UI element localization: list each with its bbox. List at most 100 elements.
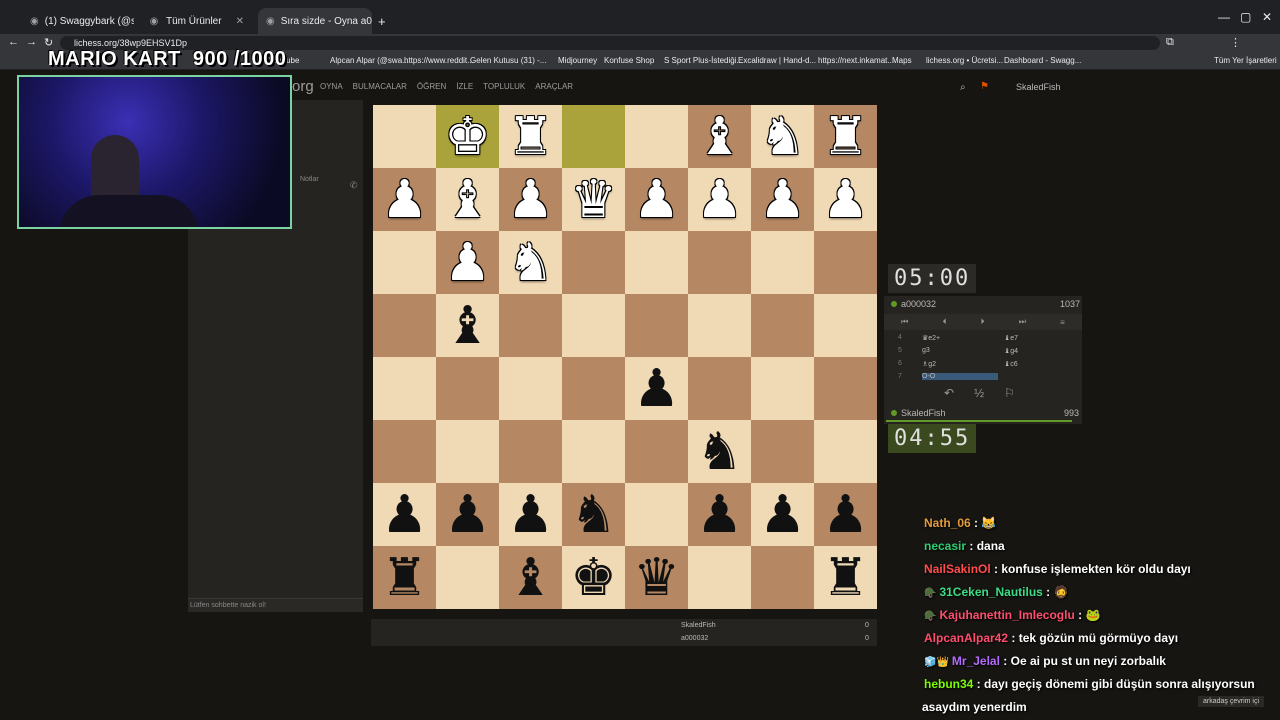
white-move[interactable]: g3 bbox=[922, 347, 930, 354]
black-pawn-piece[interactable]: ♟ bbox=[822, 489, 869, 541]
black-pawn-piece[interactable]: ♟ bbox=[507, 489, 554, 541]
board-square[interactable] bbox=[751, 294, 814, 357]
white-queen-piece[interactable]: ♛ bbox=[570, 174, 617, 226]
board-square[interactable] bbox=[751, 420, 814, 483]
bookmark-item[interactable]: S Sport Plus-İstediği... bbox=[664, 56, 743, 65]
username[interactable]: SkaledFish bbox=[1016, 82, 1061, 92]
board-square[interactable]: ♛ bbox=[625, 546, 688, 609]
white-move[interactable]: O-O bbox=[922, 373, 998, 380]
board-square[interactable] bbox=[373, 231, 436, 294]
minimize-button[interactable]: — bbox=[1218, 10, 1230, 24]
all-bookmarks[interactable]: Tüm Yer İşaretleri bbox=[1214, 56, 1277, 65]
white-pawn-piece[interactable]: ♟ bbox=[381, 174, 428, 226]
black-pawn-piece[interactable]: ♟ bbox=[381, 489, 428, 541]
board-square[interactable] bbox=[625, 294, 688, 357]
nav-item-araçlar[interactable]: ARAÇLAR bbox=[535, 82, 573, 91]
board-square[interactable]: ♚ bbox=[562, 546, 625, 609]
first-move-icon[interactable]: ⏮ bbox=[901, 317, 908, 327]
notification-icon[interactable]: ⚑ bbox=[980, 81, 989, 92]
bookmark-item[interactable]: Dashboard - Swagg... bbox=[1004, 56, 1081, 65]
bookmark-item[interactable]: Alpcan Alpar (@swa... bbox=[330, 56, 409, 65]
last-move-icon[interactable]: ⏭ bbox=[1019, 317, 1026, 327]
board-square[interactable] bbox=[373, 105, 436, 168]
board-square[interactable]: ♟ bbox=[625, 357, 688, 420]
white-knight-piece[interactable]: ♞ bbox=[759, 111, 806, 163]
board-square[interactable] bbox=[436, 420, 499, 483]
prev-move-icon[interactable]: ⏴ bbox=[942, 317, 946, 327]
white-pawn-piece[interactable]: ♟ bbox=[507, 174, 554, 226]
board-square[interactable]: ♟ bbox=[499, 483, 562, 546]
black-pawn-piece[interactable]: ♟ bbox=[696, 489, 743, 541]
nav-item-öğren[interactable]: ÖĞREN bbox=[417, 82, 446, 91]
board-square[interactable] bbox=[499, 420, 562, 483]
board-square[interactable]: ♟ bbox=[751, 168, 814, 231]
white-pawn-piece[interactable]: ♟ bbox=[759, 174, 806, 226]
black-bishop-piece[interactable]: ♝ bbox=[507, 552, 554, 604]
bookmark-item[interactable]: Gelen Kutusu (31) -... bbox=[470, 56, 546, 65]
board-square[interactable]: ♞ bbox=[688, 420, 751, 483]
board-square[interactable]: ♟ bbox=[814, 168, 877, 231]
board-square[interactable]: ♞ bbox=[562, 483, 625, 546]
menu-icon[interactable]: ⋮ bbox=[1230, 36, 1241, 49]
board-square[interactable] bbox=[751, 231, 814, 294]
board-square[interactable]: ♝ bbox=[436, 168, 499, 231]
white-rook-piece[interactable]: ♜ bbox=[822, 111, 869, 163]
board-square[interactable]: ♟ bbox=[436, 231, 499, 294]
board-square[interactable]: ♟ bbox=[751, 483, 814, 546]
black-move[interactable]: ♝c6 bbox=[1004, 360, 1018, 368]
board-square[interactable]: ♜ bbox=[814, 105, 877, 168]
maximize-button[interactable]: ▢ bbox=[1240, 10, 1251, 24]
board-square[interactable]: ♟ bbox=[373, 168, 436, 231]
board-square[interactable] bbox=[688, 357, 751, 420]
new-tab-button[interactable]: + bbox=[378, 14, 386, 29]
board-square[interactable] bbox=[562, 294, 625, 357]
board-square[interactable]: ♟ bbox=[814, 483, 877, 546]
board-square[interactable] bbox=[814, 231, 877, 294]
white-rook-piece[interactable]: ♜ bbox=[507, 111, 554, 163]
black-bishop-piece[interactable]: ♝ bbox=[444, 300, 491, 352]
board-square[interactable]: ♝ bbox=[688, 105, 751, 168]
board-square[interactable]: ♜ bbox=[373, 546, 436, 609]
board-square[interactable] bbox=[562, 231, 625, 294]
search-icon[interactable]: ⌕ bbox=[960, 82, 966, 93]
board-square[interactable] bbox=[814, 357, 877, 420]
board-square[interactable] bbox=[499, 294, 562, 357]
chess-board[interactable]: ♚ ♜ ♝ ♞ ♜ ♟ ♝ ♟ ♛ ♟ ♟ ♟ ♟ ♟ ♞ ♝ ♟ ♞ ♟ ♟ ♟ ♞ ♟ ♟ ♟ ♜ ♝ ♚ ♛ ♜ bbox=[373, 105, 877, 609]
black-pawn-piece[interactable]: ♟ bbox=[633, 363, 680, 415]
board-square[interactable]: ♟ bbox=[688, 483, 751, 546]
board-square[interactable]: ♞ bbox=[751, 105, 814, 168]
board-square[interactable]: ♝ bbox=[436, 294, 499, 357]
browser-tab-3[interactable]: ◉Sıra sizde - Oyna a000032 • lichess✕ bbox=[258, 8, 372, 34]
board-square[interactable]: ♟ bbox=[625, 168, 688, 231]
board-square[interactable] bbox=[436, 546, 499, 609]
board-square[interactable]: ♛ bbox=[562, 168, 625, 231]
next-move-icon[interactable]: ⏵ bbox=[981, 317, 985, 327]
board-square[interactable]: ♟ bbox=[499, 168, 562, 231]
black-queen-piece[interactable]: ♛ bbox=[633, 552, 680, 604]
opponent-name[interactable]: a000032 bbox=[891, 299, 936, 309]
browser-tab-2[interactable]: ◉ Tüm Ürünler ✕ bbox=[140, 8, 252, 34]
black-knight-piece[interactable]: ♞ bbox=[696, 426, 743, 478]
board-square[interactable] bbox=[436, 357, 499, 420]
bookmark-item[interactable]: https://next.inkamat... bbox=[818, 56, 894, 65]
bookmark-item[interactable]: https://www.reddit... bbox=[404, 56, 474, 65]
board-square[interactable]: ♟ bbox=[688, 168, 751, 231]
nav-item-oyna[interactable]: OYNA bbox=[320, 82, 343, 91]
board-square[interactable] bbox=[562, 357, 625, 420]
bookmark-item[interactable]: Konfuse Shop bbox=[604, 56, 654, 65]
bookmark-item[interactable]: Midjourney bbox=[558, 56, 597, 65]
bookmark-item[interactable]: Maps bbox=[892, 56, 912, 65]
white-king-piece[interactable]: ♚ bbox=[444, 111, 491, 163]
board-square[interactable] bbox=[814, 294, 877, 357]
white-pawn-piece[interactable]: ♟ bbox=[696, 174, 743, 226]
board-square[interactable] bbox=[373, 357, 436, 420]
white-knight-piece[interactable]: ♞ bbox=[507, 237, 554, 289]
board-square[interactable] bbox=[373, 420, 436, 483]
board-square[interactable] bbox=[625, 231, 688, 294]
menu-icon[interactable]: ≡ bbox=[1060, 318, 1065, 327]
board-square[interactable] bbox=[625, 420, 688, 483]
draw-offer-icon[interactable]: ½ bbox=[974, 386, 984, 400]
white-move[interactable]: ♛e2+ bbox=[922, 334, 940, 342]
board-square[interactable] bbox=[688, 231, 751, 294]
back-icon[interactable]: ← bbox=[8, 36, 19, 48]
